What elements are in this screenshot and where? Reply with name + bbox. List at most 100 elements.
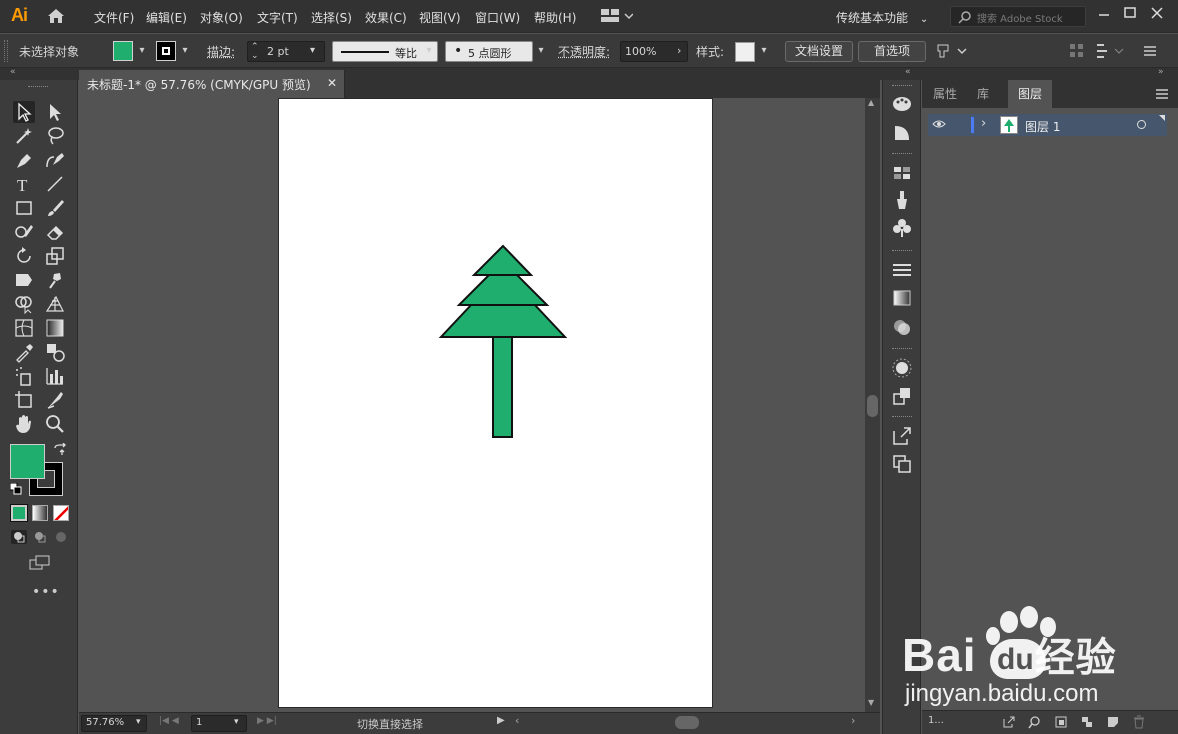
color-panel-icon[interactable] (891, 92, 913, 114)
last-artboard-icon[interactable]: ▶ ▶| (257, 716, 277, 726)
dock-grip[interactable] (892, 416, 912, 418)
perspective-grid-tool-icon[interactable] (44, 293, 66, 315)
dock-grip[interactable] (892, 348, 912, 350)
lasso-tool-icon[interactable] (44, 125, 66, 147)
scroll-up-icon[interactable]: ▲ (868, 98, 874, 107)
artboard[interactable] (278, 98, 713, 708)
arrange-documents-icon[interactable] (601, 8, 634, 27)
dock-grip[interactable] (892, 85, 912, 87)
menu-view[interactable]: 视图(V) (419, 9, 461, 26)
menu-effect[interactable]: 效果(C) (365, 9, 407, 26)
width-tool-icon[interactable] (13, 269, 35, 291)
gradient-panel-icon[interactable] (891, 287, 913, 309)
direct-selection-tool-icon[interactable] (44, 101, 66, 123)
shape-builder-tool-icon[interactable] (13, 293, 35, 315)
collapse-left-icon[interactable]: « (10, 67, 16, 77)
puppet-warp-tool-icon[interactable] (44, 269, 66, 291)
selection-tool-icon[interactable] (13, 101, 35, 123)
stepper-icon[interactable]: ⌃ ⌄ (251, 43, 259, 61)
magic-wand-tool-icon[interactable] (13, 125, 35, 147)
collapse-dock-icon[interactable]: « (905, 67, 911, 77)
asset-export-icon[interactable] (891, 425, 913, 447)
stock-search-input[interactable]: 搜索 Adobe Stock (950, 6, 1086, 27)
color-mode-button[interactable] (10, 504, 28, 522)
mesh-tool-icon[interactable] (13, 317, 35, 339)
new-sublayer-icon[interactable] (1080, 715, 1094, 732)
chevron-down-icon[interactable]: ▾ (310, 45, 315, 56)
default-colors-icon[interactable] (9, 482, 22, 495)
chevron-down-icon[interactable]: ▾ (534, 41, 548, 61)
dock-grip[interactable] (892, 250, 912, 252)
tree-artwork[interactable] (279, 99, 714, 709)
menu-file[interactable]: 文件(F) (94, 9, 134, 26)
draw-inside-icon[interactable] (53, 530, 69, 544)
blend-tool-icon[interactable] (44, 341, 66, 363)
curvature-tool-icon[interactable] (44, 149, 66, 171)
transparency-icon[interactable] (891, 316, 913, 338)
status-menu-icon[interactable]: ▶ (497, 715, 505, 726)
appearance-icon[interactable] (891, 357, 913, 379)
fill-color-swatch[interactable] (10, 444, 45, 479)
paintbrush-tool-icon[interactable] (44, 197, 66, 219)
dock-grip[interactable] (892, 153, 912, 155)
edit-toolbar-icon[interactable]: ••• (32, 584, 60, 600)
chevron-down-icon[interactable]: ▾ (234, 717, 239, 727)
panel-menu-icon[interactable] (1155, 88, 1169, 103)
close-tab-icon[interactable]: ✕ (327, 76, 337, 90)
rectangle-tool-icon[interactable] (13, 197, 35, 219)
panel-menu-icon[interactable] (1143, 44, 1157, 61)
expand-panel-icon[interactable]: » (1158, 67, 1164, 77)
brushes-icon[interactable] (891, 189, 913, 211)
graphic-styles-icon[interactable] (891, 385, 913, 407)
expand-layer-icon[interactable]: › (981, 116, 986, 131)
scroll-left-icon[interactable]: ‹ (515, 714, 519, 727)
chevron-down-icon[interactable]: ▾ (136, 717, 141, 727)
visibility-eye-icon[interactable] (932, 118, 946, 133)
toolbar-grip[interactable] (28, 86, 48, 88)
chevron-down-icon[interactable]: ▾ (178, 41, 192, 61)
first-artboard-icon[interactable]: |◀ ◀ (159, 716, 179, 726)
align-icon[interactable] (1070, 44, 1084, 61)
locate-object-icon[interactable] (1028, 715, 1042, 732)
clipping-mask-icon[interactable] (1054, 715, 1068, 732)
tab-layers[interactable]: 图层 (1008, 80, 1052, 108)
color-guide-icon[interactable] (891, 121, 913, 143)
transform-icon[interactable] (936, 42, 968, 63)
chevron-down-icon[interactable]: ▾ (135, 41, 149, 61)
minimize-button[interactable] (1091, 3, 1117, 23)
type-tool-icon[interactable]: T (13, 173, 35, 195)
menu-window[interactable]: 窗口(W) (475, 9, 520, 26)
chevron-down-icon[interactable]: ▾ (757, 41, 771, 61)
selection-indicator[interactable] (1159, 115, 1165, 121)
menu-help[interactable]: 帮助(H) (534, 9, 576, 26)
menu-edit[interactable]: 编辑(E) (146, 9, 187, 26)
home-icon[interactable] (46, 7, 66, 25)
layer-row[interactable]: › 图层 1 (928, 114, 1167, 136)
stroke-label[interactable]: 描边: (207, 43, 235, 60)
document-setup-button[interactable]: 文档设置 (785, 41, 853, 62)
symbols-icon[interactable] (891, 217, 913, 239)
menu-object[interactable]: 对象(O) (200, 9, 243, 26)
scale-tool-icon[interactable] (44, 245, 66, 267)
graphic-style-swatch[interactable] (735, 42, 755, 62)
stroke-panel-icon[interactable] (891, 259, 913, 281)
column-graph-tool-icon[interactable] (44, 365, 66, 387)
stroke-swatch[interactable] (156, 41, 176, 61)
pen-tool-icon[interactable] (13, 149, 35, 171)
tree-trunk[interactable] (492, 336, 513, 438)
tab-properties[interactable]: 属性 (926, 80, 964, 108)
draw-normal-icon[interactable] (11, 530, 27, 544)
swap-colors-icon[interactable] (53, 442, 67, 457)
chevron-down-icon[interactable]: ▾ (422, 41, 436, 61)
document-tab[interactable]: 未标题-1* @ 57.76% (CMYK/GPU 预览) ✕ (79, 70, 345, 98)
slice-tool-icon[interactable] (44, 389, 66, 411)
brush-select[interactable]: • 5 点圆形 (445, 41, 533, 62)
zoom-tool-icon[interactable] (44, 413, 66, 435)
maximize-button[interactable] (1117, 3, 1143, 23)
horizontal-scroll-thumb[interactable] (675, 716, 699, 729)
fill-swatch[interactable] (113, 41, 133, 61)
artboard-tool-icon[interactable] (13, 389, 35, 411)
screen-mode-icon[interactable] (29, 555, 51, 571)
rotate-tool-icon[interactable] (13, 245, 35, 267)
artboard-navigator[interactable]: 1 ▾ (191, 715, 247, 732)
